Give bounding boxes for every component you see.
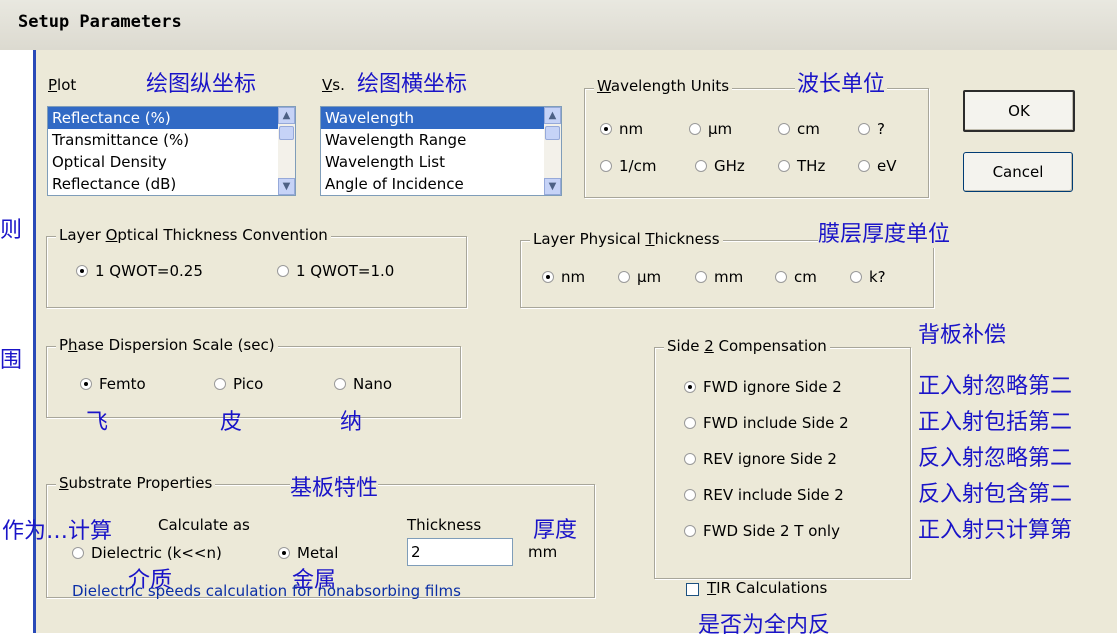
side2-option-annotation: 正入射包括第二 [918,410,1073,435]
list-item[interactable]: Angle of Incidence [321,173,561,195]
radio-thickness-nm[interactable]: nm [542,268,585,286]
side2-legend: Side 2 Compensation [664,337,830,355]
radio-wavelength-um[interactable]: μm [689,120,732,138]
radio-metal[interactable]: Metal [278,544,338,562]
list-item[interactable]: Wavelength List [321,151,561,173]
side2-annotation: 背板补偿 [918,323,1007,348]
radio-qwot-10[interactable]: 1 QWOT=1.0 [277,262,394,280]
radio-wavelength-nm[interactable]: nm [600,120,643,138]
radio-wavelength-other[interactable]: ? [858,120,885,138]
radio-wavelength-ev[interactable]: eV [858,157,897,175]
thickness-input[interactable]: 2 [407,538,513,566]
pico-annotation: 皮 [220,410,243,435]
thickness-unit: mm [528,543,558,561]
vs-annotation: 绘图横坐标 [357,72,468,97]
radio-wavelength-cm[interactable]: cm [778,120,820,138]
calc-as-label: Calculate as [158,516,250,534]
tir-label: TIR Calculations [707,579,828,597]
left-annotation-1: 则 [0,218,23,243]
side2-option-annotation: 反入射忽略第二 [918,446,1073,471]
scroll-up-icon[interactable]: ▲ [544,107,561,124]
side2-option-annotation: 正入射忽略第二 [918,374,1073,399]
substrate-info-text: Dielectric speeds calculation for nonabs… [72,582,461,600]
radio-dielectric[interactable]: Dielectric (k<<n) [72,544,222,562]
radio-femto[interactable]: Femto [80,375,146,393]
radio-qwot-025[interactable]: 1 QWOT=0.25 [76,262,203,280]
list-item[interactable]: Wavelength Range [321,129,561,151]
vs-label: Vs. [322,76,345,94]
radio-fwd-include-side2[interactable]: FWD include Side 2 [684,414,849,432]
plot-scrollbar[interactable]: ▲ ▼ [278,107,295,195]
physical-thickness-annotation: 膜层厚度单位 [818,216,951,248]
physical-thickness-legend: Layer Physical Thickness [530,230,723,248]
side2-option-annotation: 反入射包含第二 [918,482,1073,507]
radio-fwd-side2-t-only[interactable]: FWD Side 2 T only [684,522,840,540]
optical-thickness-legend: Layer Optical Thickness Convention [56,226,331,244]
nano-annotation: 纳 [340,410,363,435]
radio-wavelength-thz[interactable]: THz [778,157,825,175]
substrate-annotation: 基板特性 [290,470,379,502]
scroll-thumb[interactable] [279,126,294,140]
vs-scrollbar[interactable]: ▲ ▼ [544,107,561,195]
thickness-label: Thickness [407,516,482,534]
femto-annotation: 飞 [86,410,109,435]
radio-wavelength-ghz[interactable]: GHz [695,157,745,175]
left-annotation-2: 围 [0,348,23,373]
list-item[interactable]: Optical Density [48,151,295,173]
scroll-up-icon[interactable]: ▲ [278,107,295,124]
list-item[interactable]: Transmittance (%) [48,129,295,151]
radio-rev-ignore-side2[interactable]: REV ignore Side 2 [684,450,837,468]
radio-fwd-ignore-side2[interactable]: FWD ignore Side 2 [684,378,842,396]
title-bar: Setup Parameters [0,0,1117,50]
plot-listbox[interactable]: Reflectance (%) Transmittance (%) Optica… [47,106,296,196]
wavelength-units-group [584,88,929,198]
radio-thickness-um[interactable]: μm [618,268,661,286]
calc-as-annotation: 作为…计算 [2,519,113,544]
radio-thickness-cm[interactable]: cm [775,268,817,286]
tir-checkbox[interactable] [686,583,699,596]
list-item[interactable]: Wavelength [321,107,561,129]
wavelength-units-annotation: 波长单位 [795,66,888,98]
plot-annotation: 绘图纵坐标 [146,72,257,97]
window-title: Setup Parameters [18,12,182,32]
list-item[interactable]: Reflectance (dB) [48,173,295,195]
phase-dispersion-legend: Phase Dispersion Scale (sec) [56,336,278,354]
plot-label: Plot [48,76,77,94]
radio-pico[interactable]: Pico [214,375,263,393]
substrate-legend: Substrate Properties [56,474,216,492]
tir-annotation: 是否为全内反 [698,613,831,638]
radio-nano[interactable]: Nano [334,375,392,393]
radio-thickness-mm[interactable]: mm [695,268,743,286]
scroll-down-icon[interactable]: ▼ [544,178,561,195]
vs-listbox[interactable]: Wavelength Wavelength Range Wavelength L… [320,106,562,196]
radio-thickness-k[interactable]: k? [850,268,886,286]
side2-option-annotation: 正入射只计算第 [918,518,1073,543]
scroll-down-icon[interactable]: ▼ [278,178,295,195]
thickness-annotation: 厚度 [533,518,578,543]
scroll-thumb[interactable] [545,126,560,140]
list-item[interactable]: Reflectance (%) [48,107,295,129]
radio-wavelength-1cm[interactable]: 1/cm [600,157,656,175]
wavelength-units-legend: Wavelength Units [594,77,733,95]
cancel-button[interactable]: Cancel [963,152,1073,192]
ok-button[interactable]: OK [963,90,1075,132]
radio-rev-include-side2[interactable]: REV include Side 2 [684,486,844,504]
